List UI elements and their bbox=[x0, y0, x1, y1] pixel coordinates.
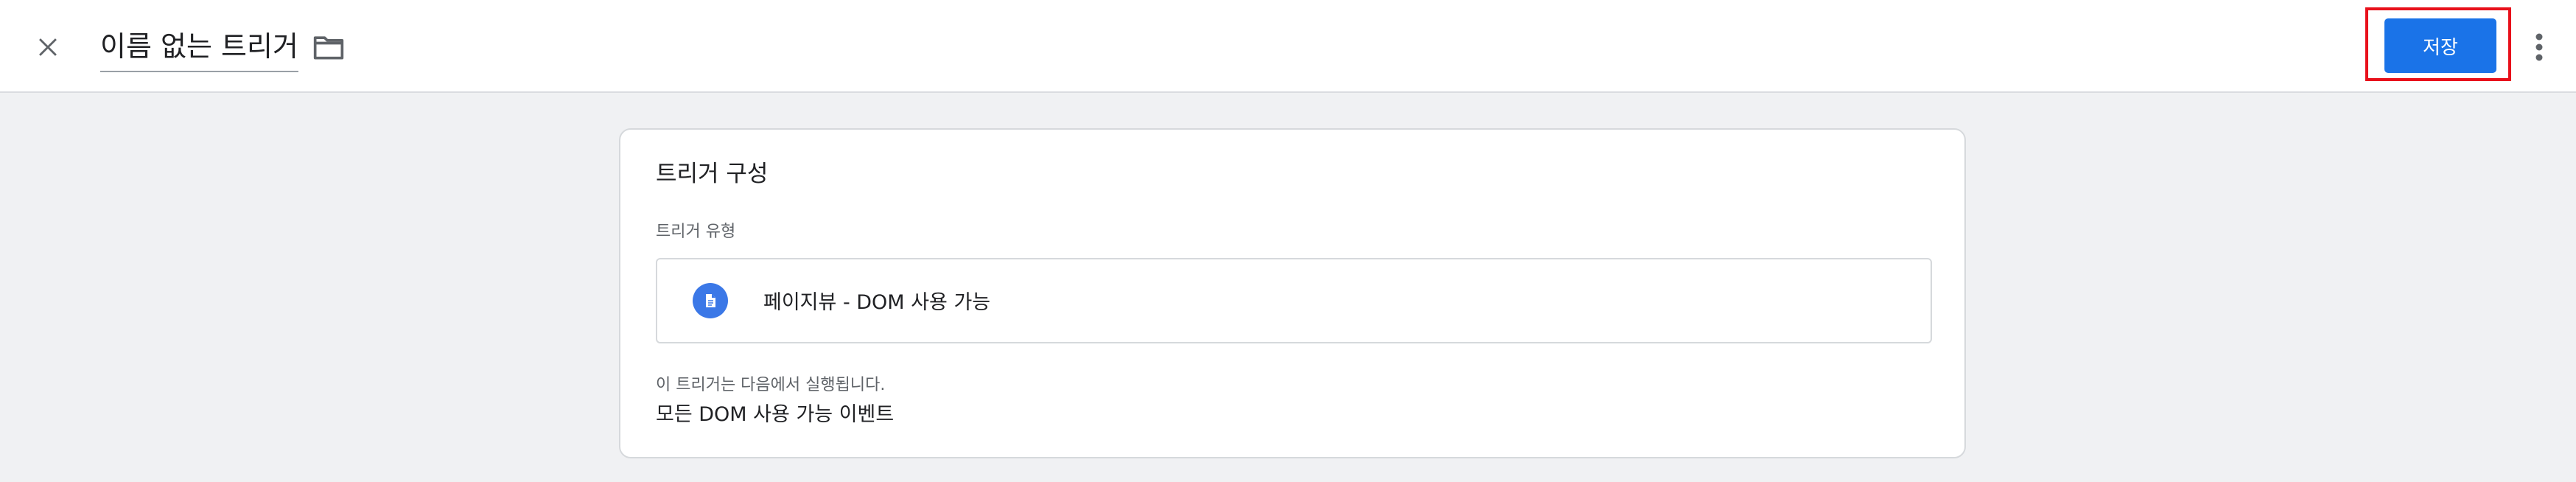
trigger-type-value: 페이지뷰 - DOM 사용 가능 bbox=[763, 291, 991, 314]
trigger-type-selector[interactable]: 페이지뷰 - DOM 사용 가능 bbox=[656, 258, 1932, 343]
trigger-configuration-card: 트리거 구성 트리거 유형 페이지뷰 - DOM 사용 가능 이 트리거는 다음… bbox=[619, 128, 1966, 458]
close-button[interactable] bbox=[27, 26, 69, 69]
save-button[interactable]: 저장 bbox=[2384, 18, 2496, 73]
fires-on-label: 이 트리거는 다음에서 실행됩니다. bbox=[656, 376, 886, 394]
more-options-button[interactable] bbox=[2524, 27, 2554, 68]
card-title: 트리거 구성 bbox=[656, 161, 769, 187]
fires-on-value: 모든 DOM 사용 가능 이벤트 bbox=[656, 403, 895, 426]
document-icon bbox=[693, 283, 728, 318]
trigger-name: 이름 없는 트리거 bbox=[100, 30, 298, 63]
folder-button[interactable] bbox=[308, 28, 349, 66]
trigger-type-label: 트리거 유형 bbox=[656, 223, 736, 241]
folder-icon bbox=[313, 36, 344, 60]
more-vert-icon bbox=[2535, 33, 2543, 61]
top-bar: 이름 없는 트리거 저장 bbox=[0, 0, 2576, 93]
trigger-name-field[interactable]: 이름 없는 트리거 bbox=[100, 22, 298, 72]
close-icon bbox=[39, 38, 57, 56]
